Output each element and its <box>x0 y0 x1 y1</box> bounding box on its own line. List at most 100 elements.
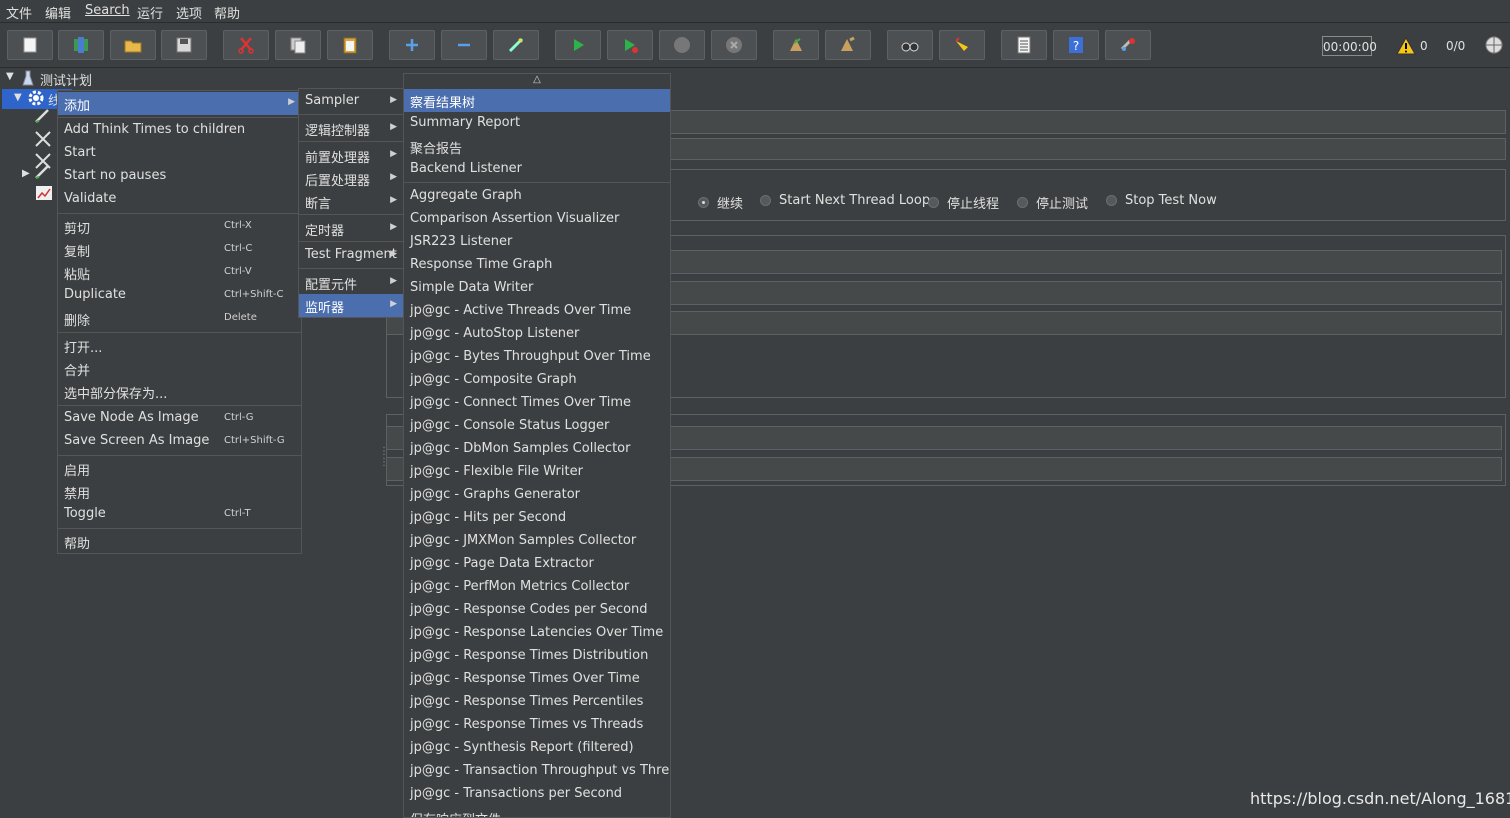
function-helper-button[interactable] <box>1001 30 1047 60</box>
new-button[interactable] <box>7 30 53 60</box>
listener-item[interactable]: jp@gc - Synthesis Report (filtered) <box>404 737 670 760</box>
submenu-item-assertions[interactable]: 断言 ▶ <box>299 190 403 213</box>
warning-icon[interactable] <box>1396 37 1416 55</box>
menu-item-save-node-image[interactable]: Save Node As Image Ctrl-G <box>58 407 301 430</box>
start-button[interactable] <box>555 30 601 60</box>
listener-item[interactable]: jp@gc - Bytes Throughput Over Time <box>404 346 670 369</box>
paste-button[interactable] <box>327 30 373 60</box>
menu-item-toggle[interactable]: Toggle Ctrl-T <box>58 503 301 526</box>
listener-item[interactable]: jp@gc - Response Latencies Over Time <box>404 622 670 645</box>
menu-item-copy[interactable]: 复制 Ctrl-C <box>58 238 301 261</box>
listener-item[interactable]: JSR223 Listener <box>404 231 670 254</box>
submenu-item-post-processors[interactable]: 后置处理器 ▶ <box>299 167 403 190</box>
menu-item-disable[interactable]: 禁用 <box>58 480 301 503</box>
submenu-item-pre-processors[interactable]: 前置处理器 ▶ <box>299 144 403 167</box>
tree-expand-arrow-child[interactable]: ▼ <box>14 92 22 103</box>
submenu-item-sampler[interactable]: Sampler ▶ <box>299 90 403 113</box>
menu-search[interactable]: Search <box>85 3 130 18</box>
globe-icon[interactable] <box>1484 35 1504 55</box>
stop-button[interactable] <box>659 30 705 60</box>
listener-item[interactable]: jp@gc - JMXMon Samples Collector <box>404 530 670 553</box>
menu-item-start[interactable]: Start <box>58 142 301 165</box>
listener-item[interactable]: jp@gc - Connect Times Over Time <box>404 392 670 415</box>
menu-item-open[interactable]: 打开... <box>58 334 301 357</box>
listener-item[interactable]: jp@gc - Console Status Logger <box>404 415 670 438</box>
menu-item-start-no-pauses[interactable]: Start no pauses <box>58 165 301 188</box>
listener-item[interactable]: jp@gc - Response Times vs Threads <box>404 714 670 737</box>
menu-help[interactable]: 帮助 <box>214 3 240 22</box>
save-button[interactable] <box>161 30 207 60</box>
listener-item[interactable]: Summary Report <box>404 112 670 135</box>
listener-item[interactable]: jp@gc - Flexible File Writer <box>404 461 670 484</box>
start-no-pauses-button[interactable] <box>607 30 653 60</box>
listener-item[interactable]: jp@gc - Response Codes per Second <box>404 599 670 622</box>
listener-item[interactable]: jp@gc - Page Data Extractor <box>404 553 670 576</box>
menu-item-validate[interactable]: Validate <box>58 188 301 211</box>
radio-stop-test[interactable]: 停止测试 <box>1017 193 1088 212</box>
listener-item[interactable]: jp@gc - DbMon Samples Collector <box>404 438 670 461</box>
submenu-item-timer[interactable]: 定时器 ▶ <box>299 217 403 240</box>
menu-item-add[interactable]: 添加 ▶ <box>58 92 301 115</box>
listener-item[interactable]: jp@gc - Hits per Second <box>404 507 670 530</box>
listener-item[interactable]: jp@gc - Transaction Throughput vs Thread… <box>404 760 670 783</box>
remote-button[interactable] <box>1105 30 1151 60</box>
menu-item-cut[interactable]: 剪切 Ctrl-X <box>58 215 301 238</box>
menu-separator <box>404 182 670 183</box>
submenu-item-logic-controller[interactable]: 逻辑控制器 ▶ <box>299 117 403 140</box>
radio-stop-test-now[interactable]: Stop Test Now <box>1106 193 1217 208</box>
menu-item-help[interactable]: 帮助 <box>58 530 301 553</box>
listener-item[interactable]: jp@gc - Response Times Distribution <box>404 645 670 668</box>
listener-item[interactable]: jp@gc - AutoStop Listener <box>404 323 670 346</box>
toggle-button[interactable] <box>493 30 539 60</box>
reset-search-button[interactable] <box>939 30 985 60</box>
listener-item[interactable]: 聚合报告 <box>404 135 670 158</box>
tree-root-label[interactable]: 测试计划 <box>40 70 92 89</box>
menu-item-duplicate[interactable]: Duplicate Ctrl+Shift-C <box>58 284 301 307</box>
listener-item[interactable]: jp@gc - Graphs Generator <box>404 484 670 507</box>
tree-expand-arrow[interactable]: ▼ <box>6 71 14 82</box>
menu-item-add-think-times[interactable]: Add Think Times to children <box>58 119 301 142</box>
tree-collapsed-arrow[interactable]: ▶ <box>22 168 30 179</box>
listener-item[interactable]: 保存响应到文件 <box>404 806 670 817</box>
scroll-up-arrow[interactable]: △ <box>404 74 670 88</box>
menu-item-save-screen-image[interactable]: Save Screen As Image Ctrl+Shift-G <box>58 430 301 453</box>
radio-start-next-loop[interactable]: Start Next Thread Loop <box>760 193 930 208</box>
listener-item[interactable]: jp@gc - Composite Graph <box>404 369 670 392</box>
menu-file[interactable]: 文件 <box>6 3 32 22</box>
expand-all-button[interactable] <box>389 30 435 60</box>
radio-stop-thread[interactable]: 停止线程 <box>928 193 999 212</box>
listener-item[interactable]: Simple Data Writer <box>404 277 670 300</box>
listener-item[interactable]: jp@gc - Active Threads Over Time <box>404 300 670 323</box>
menu-item-delete[interactable]: 删除 Delete <box>58 307 301 330</box>
listener-item[interactable]: jp@gc - Transactions per Second <box>404 783 670 806</box>
menu-item-merge[interactable]: 合并 <box>58 357 301 380</box>
templates-button[interactable] <box>58 30 104 60</box>
menu-options[interactable]: 选项 <box>176 3 202 22</box>
menu-item-enable[interactable]: 启用 <box>58 457 301 480</box>
cut-button[interactable] <box>223 30 269 60</box>
clear-button[interactable] <box>773 30 819 60</box>
submenu-item-listener[interactable]: 监听器 ▶ <box>299 294 403 317</box>
menu-item-save-selection-as[interactable]: 选中部分保存为... <box>58 380 301 403</box>
listener-item[interactable]: 察看结果树 <box>404 89 670 112</box>
collapse-all-button[interactable] <box>441 30 487 60</box>
listener-item[interactable]: Comparison Assertion Visualizer <box>404 208 670 231</box>
listener-item[interactable]: jp@gc - PerfMon Metrics Collector <box>404 576 670 599</box>
submenu-item-test-fragment[interactable]: Test Fragment ▶ <box>299 244 403 267</box>
search-button[interactable] <box>887 30 933 60</box>
radio-continue[interactable]: 继续 <box>698 193 743 212</box>
shutdown-button[interactable] <box>711 30 757 60</box>
listener-item[interactable]: jp@gc - Response Times Percentiles <box>404 691 670 714</box>
menu-item-paste[interactable]: 粘贴 Ctrl-V <box>58 261 301 284</box>
listener-item[interactable]: jp@gc - Response Times Over Time <box>404 668 670 691</box>
submenu-item-config-element[interactable]: 配置元件 ▶ <box>299 271 403 294</box>
menu-run[interactable]: 运行 <box>137 3 163 22</box>
help-button[interactable]: ? <box>1053 30 1099 60</box>
copy-button[interactable] <box>275 30 321 60</box>
clear-all-button[interactable] <box>825 30 871 60</box>
menu-edit[interactable]: 编辑 <box>45 3 71 22</box>
open-button[interactable] <box>110 30 156 60</box>
listener-item[interactable]: Backend Listener <box>404 158 670 181</box>
listener-item[interactable]: Aggregate Graph <box>404 185 670 208</box>
listener-item[interactable]: Response Time Graph <box>404 254 670 277</box>
